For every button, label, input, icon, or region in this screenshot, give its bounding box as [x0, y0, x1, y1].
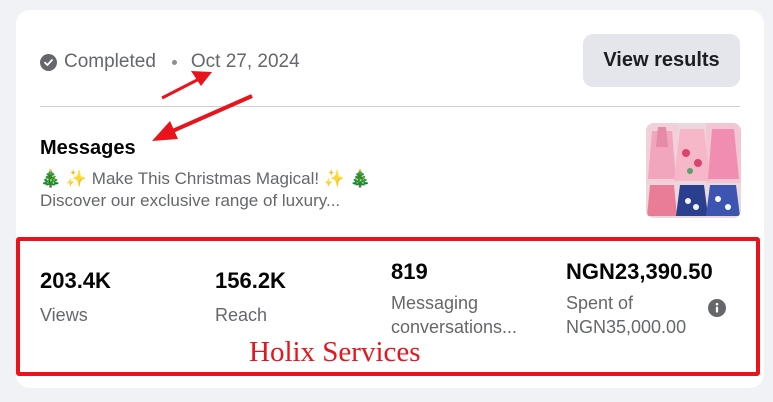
divider [40, 106, 740, 107]
check-circle-icon [40, 53, 57, 71]
stat-reach: 156.2K Reach [215, 268, 286, 327]
message-description: Discover our exclusive range of luxury..… [40, 191, 341, 210]
message-title: Messages [40, 137, 136, 159]
info-icon[interactable] [708, 299, 726, 317]
spent-label-line1: Spent of [566, 293, 634, 313]
views-value: 203.4K [40, 268, 111, 293]
view-results-button[interactable]: View results [583, 34, 740, 87]
messaging-label-line1: Messaging [391, 293, 479, 313]
messaging-label-line2: conversations... [391, 317, 518, 337]
dress-collage-image [646, 123, 741, 218]
stat-spent: NGN23,390.50 Spent of NGN35,000.00 [566, 259, 713, 339]
campaign-card: Completed Oct 27, 2024 View results Mess… [16, 10, 764, 388]
watermark-text: Holix Services [249, 336, 421, 368]
views-label: Views [40, 305, 88, 325]
message-headline: 🎄 ✨ Make This Christmas Magical! ✨ 🎄 [40, 169, 371, 188]
status-row: Completed Oct 27, 2024 [40, 50, 300, 74]
spent-label-line2: NGN35,000.00 [566, 317, 687, 337]
messaging-value: 819 [391, 259, 428, 284]
reach-value: 156.2K [215, 268, 286, 293]
spent-value: NGN23,390.50 [566, 259, 713, 284]
ad-thumbnail[interactable] [646, 123, 741, 218]
messaging-label: Messaging conversations... [391, 291, 517, 339]
spent-label: Spent of NGN35,000.00 [566, 291, 713, 339]
stat-views: 203.4K Views [40, 268, 111, 327]
separator-dot [171, 59, 177, 65]
reach-label: Reach [215, 305, 268, 325]
stat-messaging: 819 Messaging conversations... [391, 259, 517, 339]
status-text: Completed [64, 51, 156, 72]
campaign-date: Oct 27, 2024 [190, 51, 300, 72]
